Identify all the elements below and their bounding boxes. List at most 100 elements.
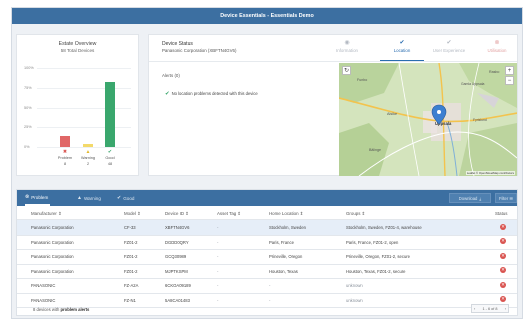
pagination-range: 1 - 6 of 8 [482,306,498,311]
cell-manufacturer: Panasonic Corporation [31,239,74,245]
cell-asset-tag: - [217,254,219,259]
cell-home-location: Houston, Texas [269,268,298,274]
tab-user-experience[interactable]: ✔ User Experience [427,39,471,61]
problem-icon: ⊗ [494,40,500,46]
cell-model: FZ01-2 [124,254,138,259]
gridline [37,87,131,89]
y-tick-label: 100% [24,66,34,70]
table-row[interactable]: PANASONIC FZ-N1 5A8CA01483 - - unknown ✕ [17,293,517,308]
cell-manufacturer: PANASONIC [31,283,56,288]
cell-asset-tag: - [217,268,219,274]
device-status-title: Device Status [162,41,193,47]
cell-home-location: Prineville, Oregon [269,254,303,259]
bar-label-warning: Warning [81,156,95,160]
tab-warning-label: Warning [83,195,101,201]
column-header-status[interactable]: Status [495,211,507,216]
row-divider [17,307,517,308]
cell-asset-tag: - [217,225,219,230]
column-header-device-id[interactable]: Device ID ⇕ [165,211,189,217]
tab-location-label: Location [393,48,411,53]
footer-emphasis: problem alerts [60,307,90,312]
cell-home-location: - [269,297,271,303]
gridline [37,147,131,148]
map-label-fyrislund: Fyrislund [473,118,487,122]
table-row[interactable]: Panasonic Corporation FZ01-2 MJPTKSPM - Hous… [17,264,517,279]
zoom-out-button[interactable]: − [505,76,514,85]
filter-icon: ☰ [509,195,514,201]
cell-device-id: DGDD0QRY [165,239,189,245]
cell-model: FZ-N1 [124,297,136,303]
map-label-rasbo: Rasbo [489,70,499,74]
y-tick-label: 25% [24,125,32,130]
bar-problem[interactable] [60,136,70,147]
cell-groups: unknown [346,283,363,288]
map-attribution: Leaflet © OpenStreetMap contributors [465,171,515,175]
device-table-panel: ⊗ Problem ▲ Warning ✔ Good Download ⤓ Fi… [16,189,518,316]
total-devices-label: 58 Total Devices [60,48,95,53]
table-row[interactable]: PANASONIC FZ-A2A 6CKOA09189 - - unknown ✕ [17,278,517,293]
alerts-count: Alerts (0) [162,73,180,78]
zoom-in-button[interactable]: + [505,66,514,75]
download-icon: ⤓ [479,195,482,201]
cell-asset-tag: - [217,239,219,245]
tab-problem-label: Problem [31,194,49,200]
tab-location[interactable]: ✔ Location [380,39,424,61]
tab-information-label: Information [336,48,358,53]
cell-home-location: Paris, France [269,239,294,245]
alerts-message: ✔ No location problems detected with this… [165,91,258,97]
location-map[interactable]: Alsike Funbo Bälinge Rasbo Gamla Uppsala… [339,63,517,176]
good-icon: ✔ [107,149,113,155]
cell-model: CF-33 [124,225,136,230]
table-row[interactable]: Panasonic Corporation FZ01-2 DGDD0QRY - Pari… [17,235,517,250]
tab-information[interactable]: ◉ Information [325,39,369,61]
tab-utilisation[interactable]: ⊗ Utilisation [475,39,519,61]
cell-device-id: MJPTKSPM [165,268,188,274]
cell-manufacturer: Panasonic Corporation [31,268,74,274]
cell-groups: unknown [346,297,363,303]
cell-groups: Paris, France, FZ01-2, open [346,239,399,245]
cell-groups: Houston, Texas, FZ01-2, secure [346,268,406,274]
tab-good[interactable]: ✔ Good [117,190,134,206]
tab-warning[interactable]: ▲ Warning [77,190,101,206]
map-label-funbo: Funbo [357,78,367,82]
table-row[interactable]: Panasonic Corporation FZ01-2 GCQ30989 - Prin… [17,249,517,264]
check-icon: ✔ [165,91,170,97]
alerts-message-text: No location problems detected with this … [171,91,258,96]
tab-user-experience-label: User Experience [432,48,466,53]
cell-home-location: - [269,283,271,288]
download-button[interactable]: Download ⤓ [449,193,491,203]
download-label: Download [458,195,478,201]
tab-problem[interactable]: ⊗ Problem [25,190,51,206]
problem-status-icon: ✕ [500,223,506,230]
prev-page-icon[interactable]: ‹ [474,307,475,311]
filter-button[interactable]: Filter ☰ [495,193,517,203]
map-label-gamla-uppsala: Gamla Uppsala [461,82,484,86]
next-page-icon[interactable]: › [505,307,506,311]
check-icon: ✔ [399,40,405,46]
estate-overview-card: Estate Overview 58 Total Devices 100% 75%… [16,34,139,176]
bar-warning[interactable] [83,144,93,147]
column-header-home-location[interactable]: Home Location ⇕ [269,211,303,217]
problem-icon: ⊗ [25,194,30,200]
map-reset-button[interactable]: ↻ [342,66,351,75]
column-header-groups[interactable]: Groups ⇕ [346,211,365,217]
gridline [37,107,131,109]
y-tick-label: 50% [24,105,32,110]
footer-count: 8 devices with [33,307,60,312]
table-row[interactable]: Panasonic Corporation CF-33 XBFTN4GV6 - Stoc… [17,220,517,235]
column-header-model[interactable]: Model ⇕ [124,211,141,217]
y-tick-label: 75% [24,85,32,90]
bar-count-problem: 8 [63,162,67,166]
table-toolbar: ⊗ Problem ▲ Warning ✔ Good Download ⤓ Fi… [17,190,517,206]
tab-good-label: Good [123,195,135,201]
problem-status-icon: ✕ [500,281,506,288]
bar-good[interactable] [105,81,115,147]
column-header-manufacturer[interactable]: Manufacturer ⇕ [31,211,62,217]
gridline [37,68,131,69]
tab-utilisation-label: Utilisation [487,48,507,53]
column-header-asset-tag[interactable]: Asset Tag ⇕ [217,211,241,217]
filter-label: Filter [498,195,509,201]
pagination[interactable]: ‹ 1 - 6 of 8 › [471,304,509,313]
cell-model: FZ01-2 [124,239,138,245]
check-icon: ✔ [117,195,122,201]
